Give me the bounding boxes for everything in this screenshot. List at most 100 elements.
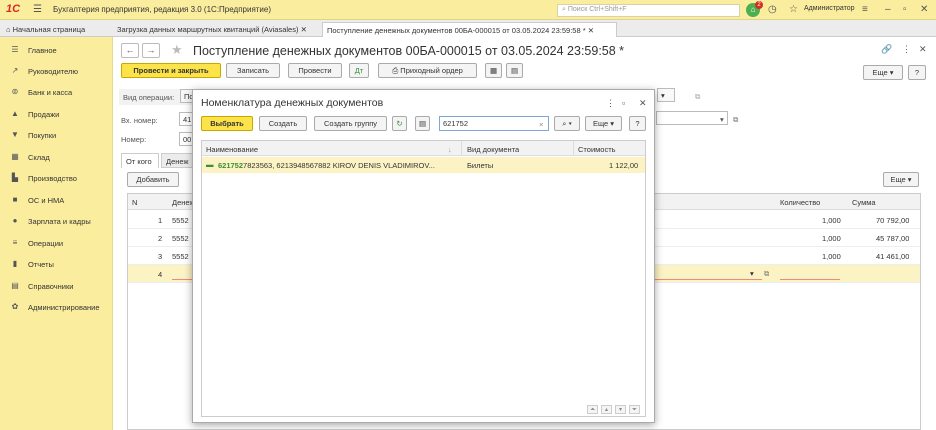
tab-document[interactable]: Поступление денежных документов 00БА-000… bbox=[322, 22, 617, 37]
sidebar-item-reports[interactable]: ▮ Отчеты bbox=[0, 254, 113, 275]
dt-kt-icon[interactable]: Дт bbox=[349, 63, 369, 78]
app-logo: 1С bbox=[6, 3, 21, 15]
row-link-icon[interactable]: ⧉ bbox=[764, 269, 769, 279]
search-icon: ⌕ bbox=[562, 119, 567, 128]
close-app-icon[interactable]: ✕ bbox=[920, 4, 928, 15]
scroll-up-icon[interactable]: ▴ bbox=[601, 405, 612, 414]
tab-aviasales[interactable]: Загрузка данных маршрутных квитанций (Av… bbox=[113, 22, 321, 37]
create-button[interactable]: Создать bbox=[259, 116, 307, 131]
col-sum: Сумма bbox=[852, 198, 876, 207]
forward-button[interactable]: → bbox=[142, 43, 160, 58]
incoming-number-label: Вх. номер: bbox=[121, 116, 158, 125]
modal-maximize-icon[interactable]: ▫ bbox=[622, 98, 625, 108]
receipt-order-button[interactable]: ⎙ Приходный ордер bbox=[378, 63, 477, 78]
add-row-button[interactable]: Добавить bbox=[127, 172, 179, 187]
page-title: Поступление денежных документов 00БА-000… bbox=[193, 44, 625, 58]
global-search-input[interactable]: ⌕ Поиск Ctrl+Shift+F bbox=[557, 4, 740, 17]
incoming-number-field[interactable]: 41 bbox=[179, 112, 193, 126]
number-label: Номер: bbox=[121, 135, 147, 144]
notifications-count: 2 bbox=[755, 1, 763, 9]
create-group-button[interactable]: Создать группу bbox=[314, 116, 387, 131]
warehouse-icon: ▦ bbox=[11, 152, 19, 161]
save-button[interactable]: Записать bbox=[226, 63, 280, 78]
clear-search-icon[interactable]: × bbox=[539, 120, 543, 129]
gear-icon: ✿ bbox=[11, 302, 19, 311]
col-doc-type[interactable]: Вид документа bbox=[467, 145, 519, 154]
modal-help-button[interactable]: ? bbox=[629, 116, 646, 131]
factory-icon: ▙ bbox=[11, 173, 19, 182]
truck-icon: ■ bbox=[12, 195, 18, 204]
col-qty: Количество bbox=[780, 198, 821, 207]
chart-icon: ▮ bbox=[12, 259, 18, 268]
field-dropdown-icon[interactable]: ▾ bbox=[720, 115, 724, 124]
structure-icon[interactable]: ▦ bbox=[485, 63, 502, 78]
sidebar-item-operations[interactable]: ≡ Операции bbox=[0, 233, 113, 254]
link-icon[interactable]: 🔗 bbox=[881, 44, 892, 55]
report-icon[interactable]: ▤ bbox=[506, 63, 523, 78]
scroll-bottom-icon[interactable]: ⏷ bbox=[629, 405, 640, 414]
back-button[interactable]: ← bbox=[121, 43, 139, 58]
help-button[interactable]: ? bbox=[908, 65, 926, 80]
tab-from-whom[interactable]: От кого bbox=[121, 153, 159, 168]
sort-down-icon[interactable]: ↓ bbox=[448, 145, 452, 154]
sidebar-item-purchases[interactable]: ▼ Покупки bbox=[0, 125, 113, 146]
favorites-icon[interactable]: ☆ bbox=[789, 4, 798, 15]
grid-more-button[interactable]: Еще ▾ bbox=[883, 172, 919, 187]
table-row-selected[interactable]: ▬ 6217527823563, 6213948567882 KIROV DEN… bbox=[202, 157, 645, 173]
number-field[interactable]: 00 bbox=[179, 132, 193, 146]
row-dropdown-icon[interactable]: ▾ bbox=[750, 269, 754, 278]
close-tab-icon[interactable]: ✕ bbox=[588, 26, 594, 35]
modal-more-vert-icon[interactable]: ⋮ bbox=[606, 98, 615, 109]
sidebar-item-manager[interactable]: ↗ Руководителю bbox=[0, 61, 113, 82]
post-button[interactable]: Провести bbox=[288, 63, 342, 78]
more-vert-icon[interactable]: ⋮ bbox=[902, 44, 911, 55]
close-form-icon[interactable]: ✕ bbox=[919, 44, 927, 55]
history-icon[interactable]: ◷ bbox=[768, 4, 777, 15]
sidebar-item-assets[interactable]: ■ ОС и НМА bbox=[0, 190, 113, 211]
sidebar-item-production[interactable]: ▙ Производство bbox=[0, 168, 113, 189]
op-dropdown[interactable]: ▾ bbox=[657, 88, 675, 102]
modal-close-icon[interactable]: ✕ bbox=[639, 98, 647, 109]
tab-home[interactable]: ⌂ Начальная страница bbox=[2, 22, 110, 37]
list-icon: ☰ bbox=[11, 45, 19, 54]
person-icon: ● bbox=[12, 216, 18, 225]
sidebar-item-references[interactable]: ▤ Справочники bbox=[0, 276, 113, 297]
maximize-icon[interactable]: ▫ bbox=[903, 4, 907, 15]
modal-title: Номенклатура денежных документов bbox=[201, 97, 384, 109]
favorite-star-icon[interactable]: ★ bbox=[171, 42, 183, 58]
counterparty-field[interactable] bbox=[656, 111, 728, 125]
col-cost[interactable]: Стоимость bbox=[578, 145, 616, 154]
modal-more-button[interactable]: Еще ▾ bbox=[585, 116, 622, 131]
more-button[interactable]: Еще ▾ bbox=[863, 65, 903, 80]
main-menu-icon[interactable]: ☰ bbox=[33, 4, 42, 15]
scroll-top-icon[interactable]: ⏶ bbox=[587, 405, 598, 414]
list-view-icon[interactable]: ▤ bbox=[415, 116, 430, 131]
op-link-icon[interactable]: ⧉ bbox=[695, 92, 700, 102]
close-tab-icon[interactable]: ✕ bbox=[301, 25, 307, 34]
modal-search-input[interactable]: 621752 bbox=[439, 116, 549, 131]
select-button[interactable]: Выбрать bbox=[201, 116, 253, 131]
sidebar-item-sales[interactable]: ▲ Продажи bbox=[0, 104, 113, 125]
tab-money-docs[interactable]: Денеж bbox=[161, 153, 193, 168]
sidebar-item-admin[interactable]: ✿ Администрирование bbox=[0, 297, 113, 318]
settings-icon[interactable]: ≡ bbox=[862, 4, 868, 15]
sidebar-item-salary[interactable]: ● Зарплата и кадры bbox=[0, 211, 113, 232]
trend-icon: ↗ bbox=[11, 66, 19, 75]
col-name[interactable]: Наименование bbox=[206, 145, 258, 154]
item-icon: ▬ bbox=[206, 160, 214, 169]
search-options-button[interactable]: ⌕ ▾ bbox=[554, 116, 580, 131]
sales-icon: ▲ bbox=[11, 109, 19, 118]
sidebar-item-warehouse[interactable]: ▦ Склад bbox=[0, 147, 113, 168]
minimize-icon[interactable]: – bbox=[885, 4, 891, 15]
cart-icon: ▼ bbox=[11, 130, 19, 139]
operations-icon: ≡ bbox=[12, 238, 18, 247]
scroll-down-icon[interactable]: ▾ bbox=[615, 405, 626, 414]
book-icon: ▤ bbox=[11, 281, 19, 290]
post-and-close-button[interactable]: Провести и закрыть bbox=[121, 63, 221, 78]
user-name[interactable]: Администратор bbox=[804, 5, 855, 12]
refresh-icon[interactable]: ↻ bbox=[392, 116, 407, 131]
sidebar-item-main[interactable]: ☰ Главное bbox=[0, 40, 113, 61]
item-name: 6217527823563, 6213948567882 KIROV DENIS… bbox=[218, 161, 435, 170]
field-link-icon[interactable]: ⧉ bbox=[733, 115, 738, 125]
sidebar-item-bank[interactable]: ⊚ Банк и касса bbox=[0, 82, 113, 103]
